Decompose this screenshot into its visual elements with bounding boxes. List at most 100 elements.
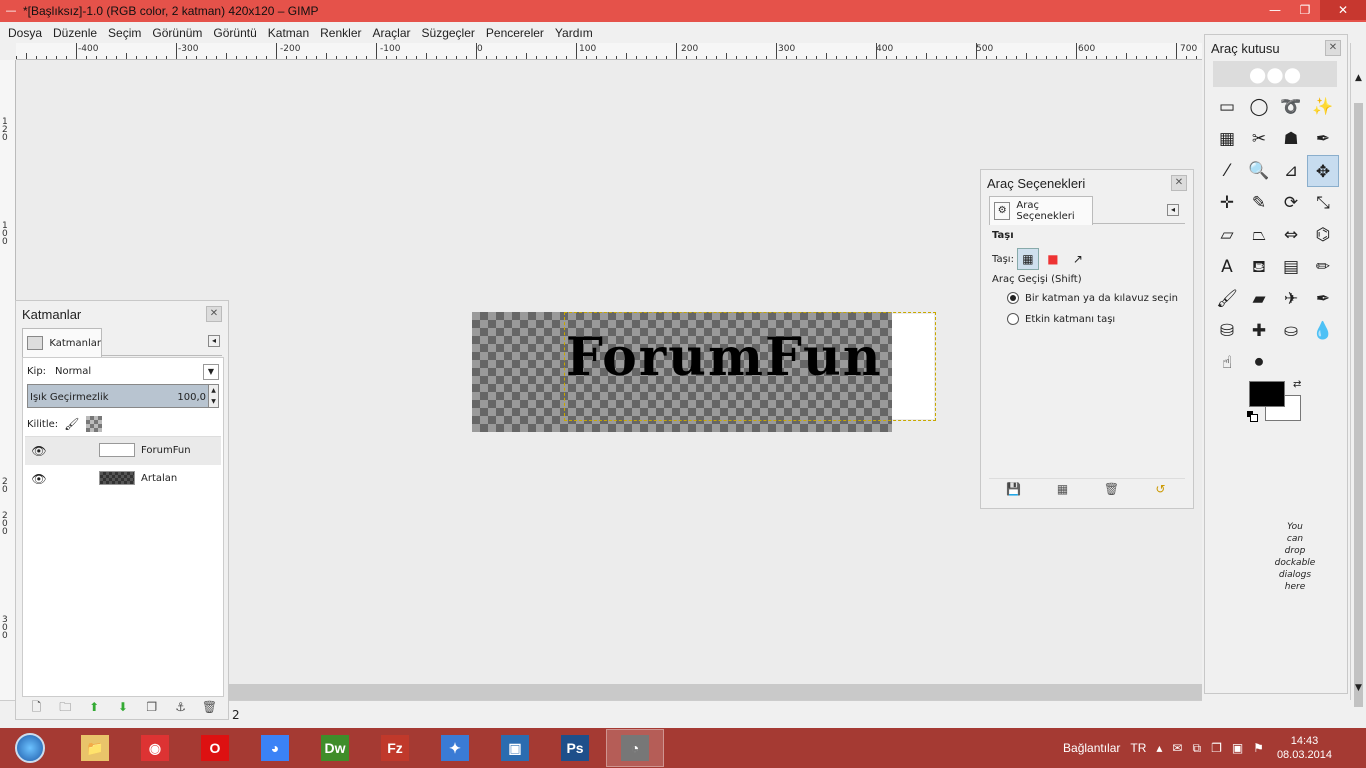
- paths-icon[interactable]: ✒: [1307, 123, 1339, 155]
- lock-alpha-icon[interactable]: [86, 416, 103, 432]
- reset-options-icon[interactable]: ↺: [1153, 481, 1169, 497]
- taskbar-app-opera[interactable]: O: [186, 729, 244, 767]
- start-button[interactable]: [6, 728, 54, 768]
- menu-item-6[interactable]: Renkler: [316, 26, 365, 40]
- tab-menu-icon[interactable]: ◂: [208, 335, 220, 347]
- move-path-icon[interactable]: ↗: [1067, 248, 1089, 270]
- perspective-icon[interactable]: ⏢: [1243, 219, 1275, 251]
- move-icon[interactable]: ✥: [1307, 155, 1339, 187]
- toolbox-close-icon[interactable]: ✕: [1325, 40, 1341, 56]
- layer-thumbnail[interactable]: [99, 471, 135, 485]
- lower-layer-icon[interactable]: ⬇: [115, 699, 131, 715]
- anchor-layer-icon[interactable]: ⚓: [173, 699, 189, 715]
- smudge-icon[interactable]: ☝: [1211, 347, 1243, 379]
- menu-item-7[interactable]: Araçlar: [369, 26, 415, 40]
- mode-select[interactable]: Normal: [55, 364, 219, 382]
- menu-item-2[interactable]: Seçim: [104, 26, 145, 40]
- color-picker-icon[interactable]: ⁄: [1211, 155, 1243, 187]
- blur-icon[interactable]: 💧: [1307, 315, 1339, 347]
- eye-icon[interactable]: 👁: [25, 444, 53, 458]
- menu-item-3[interactable]: Görünüm: [148, 26, 206, 40]
- radio-pick-layer-dot[interactable]: [1007, 292, 1019, 304]
- ink-icon[interactable]: ✒: [1307, 283, 1339, 315]
- layer-row[interactable]: 👁 Artalan: [25, 465, 221, 493]
- blend-icon[interactable]: ▤: [1275, 251, 1307, 283]
- scrollbar-thumb[interactable]: [1354, 103, 1363, 707]
- menu-item-8[interactable]: Süzgeçler: [418, 26, 479, 40]
- radio-move-active-dot[interactable]: [1007, 313, 1019, 325]
- layer-name[interactable]: ForumFun: [141, 445, 191, 456]
- tray-mail-icon[interactable]: ✉: [1172, 741, 1182, 755]
- taskbar-app-network[interactable]: ▣: [486, 729, 544, 767]
- duplicate-layer-icon[interactable]: ❐: [144, 699, 160, 715]
- crop-icon[interactable]: ✎: [1243, 187, 1275, 219]
- menu-item-10[interactable]: Yardım: [551, 26, 597, 40]
- text-icon[interactable]: A: [1211, 251, 1243, 283]
- new-layer-icon[interactable]: 🗋: [28, 699, 44, 715]
- scissors-select-icon[interactable]: ✂: [1243, 123, 1275, 155]
- tab-menu-icon[interactable]: ◂: [1167, 204, 1179, 216]
- vertical-ruler[interactable]: 1 2 0 1 0 0 2 0 2 0 0 3 0 0: [0, 60, 16, 700]
- tool-options-close-icon[interactable]: ✕: [1171, 175, 1187, 191]
- flip-icon[interactable]: ⇔: [1275, 219, 1307, 251]
- menu-item-9[interactable]: Pencereler: [482, 26, 548, 40]
- tray-arrow-icon[interactable]: ▴: [1156, 741, 1162, 755]
- scale-icon[interactable]: ⤡: [1307, 187, 1339, 219]
- reset-colors-icon[interactable]: [1247, 411, 1258, 422]
- delete-layer-icon[interactable]: 🗑: [201, 699, 217, 715]
- dodge-burn-icon[interactable]: ⚫: [1243, 347, 1275, 379]
- horizontal-ruler[interactable]: -400 -300 -200 -100 0 100 200 300 400 500 600 700: [16, 43, 1202, 60]
- lock-pixels-icon[interactable]: 🖌: [64, 416, 80, 432]
- taskbar-app-chrome[interactable]: ◕: [246, 729, 304, 767]
- maximize-button[interactable]: ❐: [1290, 0, 1320, 20]
- eye-icon[interactable]: 👁: [25, 472, 53, 486]
- tray-language[interactable]: TR: [1130, 741, 1146, 755]
- opacity-slider[interactable]: Işık Geçirmezlik 100,0 ▲ ▼: [27, 384, 219, 408]
- minimize-button[interactable]: —: [1260, 0, 1290, 20]
- opacity-spin-icon[interactable]: ▲ ▼: [208, 385, 218, 407]
- zoom-icon[interactable]: 🔍: [1243, 155, 1275, 187]
- radio-move-active[interactable]: Etkin katmanı taşı: [1007, 313, 1115, 325]
- chevron-down-icon[interactable]: ▼: [203, 364, 219, 380]
- clone-icon[interactable]: ⛁: [1211, 315, 1243, 347]
- save-options-icon[interactable]: 💾: [1006, 481, 1022, 497]
- tab-tool-options[interactable]: ⚙ Araç Seçenekleri: [989, 196, 1093, 225]
- scroll-up-icon[interactable]: ▲: [1351, 73, 1366, 83]
- eraser-icon[interactable]: ▰: [1243, 283, 1275, 315]
- rotate-icon[interactable]: ⟳: [1275, 187, 1307, 219]
- ellipse-select-icon[interactable]: ◯: [1243, 91, 1275, 123]
- tray-connections-label[interactable]: Bağlantılar: [1063, 741, 1120, 755]
- restore-options-icon[interactable]: ▦: [1055, 481, 1071, 497]
- clock[interactable]: 14:43 08.03.2014: [1277, 734, 1332, 762]
- delete-options-icon[interactable]: 🗑: [1104, 481, 1120, 497]
- heal-icon[interactable]: ✚: [1243, 315, 1275, 347]
- tray-network-icon[interactable]: ▣: [1232, 741, 1243, 755]
- vertical-scrollbar[interactable]: ▲ ▼: [1350, 43, 1366, 707]
- shear-icon[interactable]: ▱: [1211, 219, 1243, 251]
- cage-icon[interactable]: ⌬: [1307, 219, 1339, 251]
- tray-flag-icon[interactable]: ⚑: [1253, 741, 1264, 755]
- new-layer-group-icon[interactable]: 🗀: [57, 699, 73, 715]
- zoom-value[interactable]: 2: [232, 708, 240, 722]
- layer-name[interactable]: Artalan: [141, 473, 177, 484]
- layer-thumbnail[interactable]: [99, 443, 135, 457]
- layer-row[interactable]: 👁 ForumFun: [25, 437, 221, 465]
- paintbrush-icon[interactable]: 🖌: [1211, 283, 1243, 315]
- raise-layer-icon[interactable]: ⬆: [86, 699, 102, 715]
- menu-item-5[interactable]: Katman: [264, 26, 313, 40]
- radio-pick-layer[interactable]: Bir katman ya da kılavuz seçin: [1007, 292, 1178, 304]
- pencil-icon[interactable]: ✏: [1307, 251, 1339, 283]
- gimp-app-icon[interactable]: —: [3, 3, 19, 19]
- taskbar-app-dreamweaver[interactable]: Dw: [306, 729, 364, 767]
- taskbar-app-bird[interactable]: ✦: [426, 729, 484, 767]
- fuzzy-select-icon[interactable]: ✨: [1307, 91, 1339, 123]
- close-button[interactable]: ✕: [1320, 0, 1366, 20]
- foreground-color-swatch[interactable]: [1249, 381, 1285, 407]
- taskbar-app-eye[interactable]: ◉: [126, 729, 184, 767]
- move-selection-icon[interactable]: ■: [1042, 248, 1064, 270]
- foreground-select-icon[interactable]: ☗: [1275, 123, 1307, 155]
- layers-close-icon[interactable]: ✕: [206, 306, 222, 322]
- color-select-icon[interactable]: ▦: [1211, 123, 1243, 155]
- menu-item-1[interactable]: Düzenle: [49, 26, 101, 40]
- move-layer-icon[interactable]: ▦: [1016, 248, 1039, 270]
